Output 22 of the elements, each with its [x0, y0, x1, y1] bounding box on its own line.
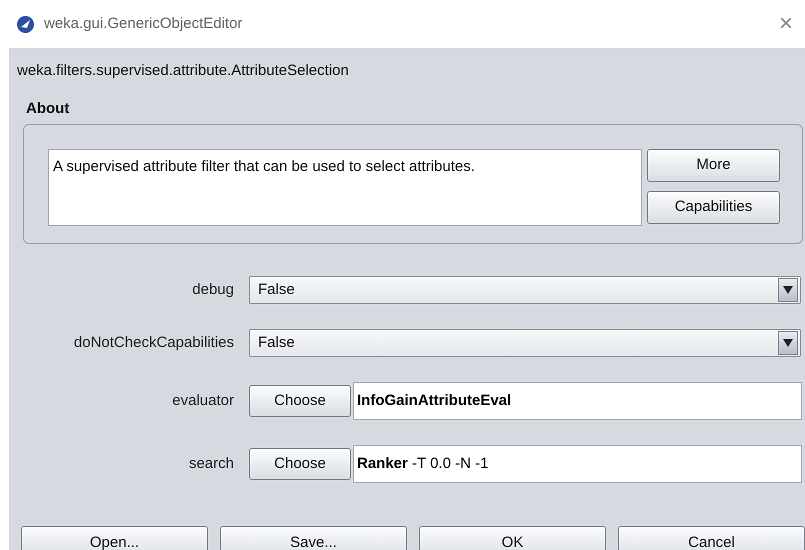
window-title: weka.gui.GenericObjectEditor	[44, 14, 242, 34]
object-field[interactable]: Ranker -T 0.0 -N -1	[353, 445, 802, 483]
app-icon	[17, 16, 34, 32]
property-label: search	[188, 454, 235, 474]
property-label: doNotCheckCapabilities	[72, 332, 235, 353]
dialog-button[interactable]: Save...	[220, 526, 407, 550]
capabilities-button[interactable]: Capabilities	[647, 191, 780, 224]
dialog-button[interactable]: Open...	[21, 526, 208, 550]
class-name: weka.filters.supervised.attribute.AttributeSelection	[16, 61, 350, 81]
close-button[interactable]: ×	[778, 12, 793, 36]
choose-button[interactable]: Choose	[249, 385, 351, 417]
about-heading: About	[25, 98, 70, 118]
description-text: A supervised attribute filter that can be used to select attributes.	[48, 149, 642, 226]
more-button[interactable]: More	[647, 149, 780, 182]
property-label: evaluator	[171, 390, 235, 411]
dialog-button[interactable]: Cancel	[618, 526, 805, 550]
dropdown[interactable]: False	[249, 329, 801, 357]
dialog-button[interactable]: OK	[419, 526, 606, 550]
choose-button[interactable]: Choose	[249, 448, 351, 480]
property-label: debug	[191, 280, 235, 300]
dropdown[interactable]: False	[249, 276, 801, 304]
object-field[interactable]: InfoGainAttributeEval	[353, 382, 802, 420]
